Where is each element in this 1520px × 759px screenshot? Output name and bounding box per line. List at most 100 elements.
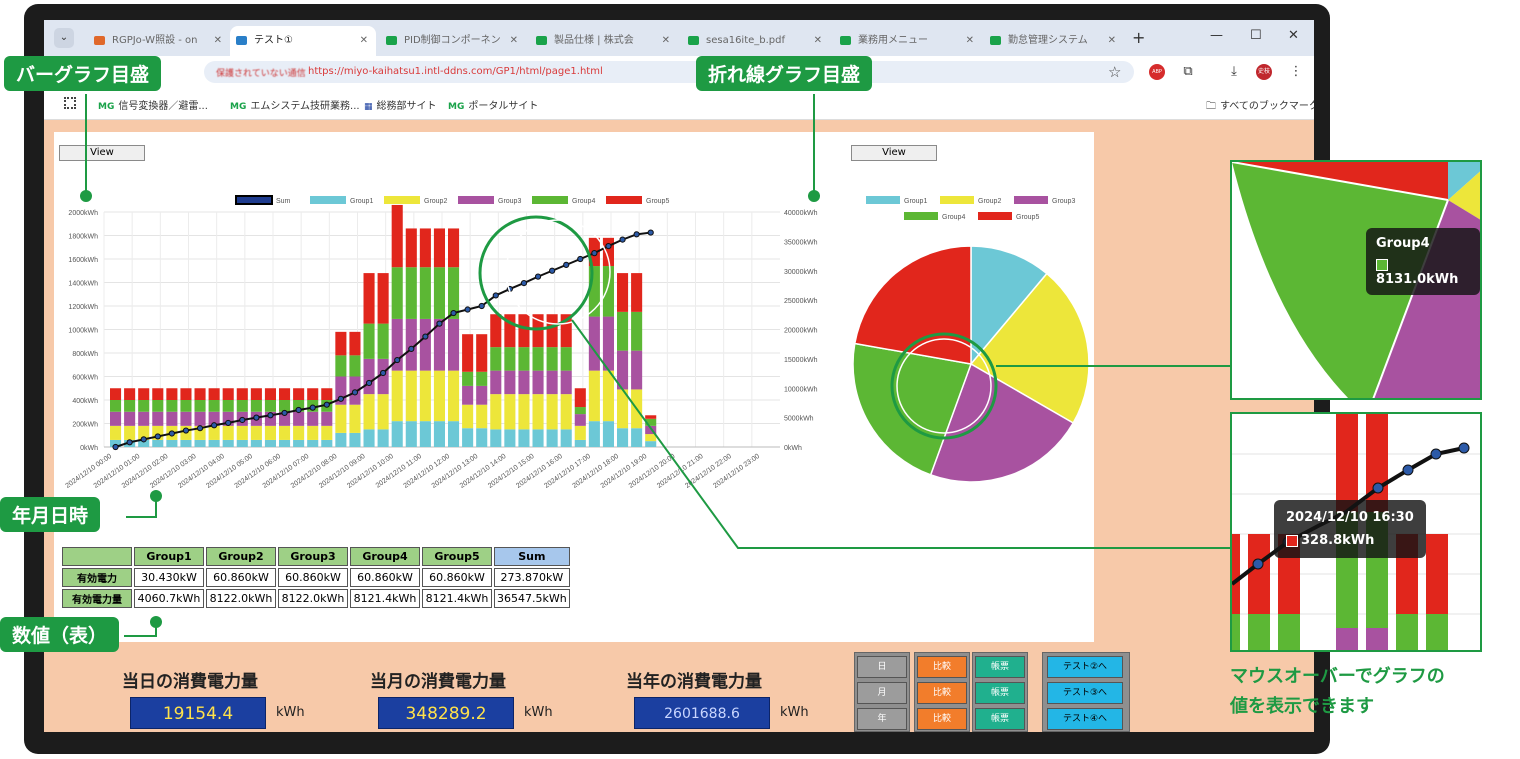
bar-segment [335,331,347,356]
day-button[interactable]: 日 [857,656,907,678]
bar-segment [321,411,333,426]
table-cell: 8121.4kWh [422,589,492,608]
bar-zoom-inset: 2024/12/10 16:30 328.8kWh [1230,412,1482,652]
bar-segment [546,394,558,430]
bar-segment [490,347,502,371]
bar-segment [377,429,389,447]
bar-segment [194,411,206,426]
y-right-tick-label: 10000kWh [784,386,818,393]
bar-segment [293,439,305,447]
month-button[interactable]: 月 [857,682,907,704]
swatch-icon [1286,534,1298,547]
bar-segment [518,347,530,371]
bar-segment [574,439,586,447]
zoom-sum-point [1430,448,1442,460]
bar-segment [222,400,234,412]
bar-segment [518,429,530,447]
legend-swatch [235,195,273,205]
bar-segment [433,421,445,447]
zoom-bar-seg [1336,628,1358,650]
bar-segment [504,394,516,430]
sum-point [281,409,288,417]
y-right-tick-label: 0kWh [784,445,802,452]
report-month-button[interactable]: 帳票 [975,682,1025,704]
bar-segment [391,421,403,447]
bar-segment [264,439,276,447]
legend-swatch [384,196,420,204]
year-button[interactable]: 年 [857,708,907,730]
callout-table: 数値（表） [0,617,120,652]
bar-segment [602,421,614,447]
zoom-bar-seg [1396,614,1418,650]
bar-segment [194,400,206,412]
bar-segment [208,439,220,447]
bar-segment [110,425,122,440]
bar-segment [476,371,488,386]
sum-point [182,427,190,434]
bar-segment [349,355,361,377]
bar-segment [560,394,572,430]
bar-segment [602,370,614,422]
test3-button[interactable]: テスト③へ [1047,682,1123,704]
y-right-tick-label: 25000kWh [784,298,818,305]
callout-dot [150,616,162,628]
test4-button[interactable]: テスト④へ [1047,708,1123,730]
sum-point [253,414,260,421]
compare-day-button[interactable]: 比較 [917,656,967,678]
pie-legend-label: Group2 [978,198,1001,205]
bar-segment [490,394,502,430]
bar-segment [574,425,586,440]
zoom-bar-seg [1336,414,1358,512]
zoom-sum-point [1458,442,1470,454]
bar-segment [124,400,136,412]
bar-segment [462,334,474,372]
sum-point [605,242,612,250]
zoom-bar-seg [1366,628,1388,650]
daily-total-label: 当日の消費電力量 [122,672,258,692]
bar-segment [588,316,600,371]
table-cell: 8122.0kWh [206,589,276,608]
pie-legend-swatch [940,196,974,204]
bar-segment [645,415,657,419]
sum-point [267,412,274,419]
pie-tooltip: Group4 8131.0kWh [1366,228,1480,295]
bar-segment [405,228,417,268]
compare-month-button[interactable]: 比較 [917,682,967,704]
legend-swatch [458,196,494,204]
bar-segment [377,323,389,359]
bar-segment [631,273,643,312]
bar-segment [645,434,657,442]
bar-segment [419,267,431,319]
bar-segment [138,411,150,426]
monthly-total-value: 348289.2 [378,697,514,729]
bar-segment [405,421,417,447]
report-day-button[interactable]: 帳票 [975,656,1025,678]
bar-segment [490,429,502,447]
bar-segment [138,388,150,400]
bar-segment [405,267,417,319]
callout-dot [808,190,820,202]
bar-segment [208,400,220,412]
bar-segment [602,237,614,267]
bar-segment [222,439,234,447]
zoom-bar-seg [1278,614,1300,650]
bar-segment [532,370,544,395]
callout-dot [150,490,162,502]
bar-segment [631,350,643,390]
report-year-button[interactable]: 帳票 [975,708,1025,730]
table-row: 有効電力 30.430kW 60.860kW 60.860kW 60.860kW… [62,568,570,587]
bar-segment [222,388,234,400]
sum-point [225,419,232,427]
sum-point [619,236,626,243]
bar-segment [110,411,122,426]
y-left-tick-label: 1400kWh [68,281,98,288]
sum-point [196,425,204,432]
bar-segment [504,370,516,395]
test2-button[interactable]: テスト②へ [1047,656,1123,678]
compare-year-button[interactable]: 比較 [917,708,967,730]
bar-segment [405,370,417,422]
bar-segment [152,439,164,447]
bar-segment [110,388,122,400]
yearly-total-label: 当年の消費電力量 [626,672,762,692]
bar-tooltip: 2024/12/10 16:30 328.8kWh [1274,500,1426,558]
